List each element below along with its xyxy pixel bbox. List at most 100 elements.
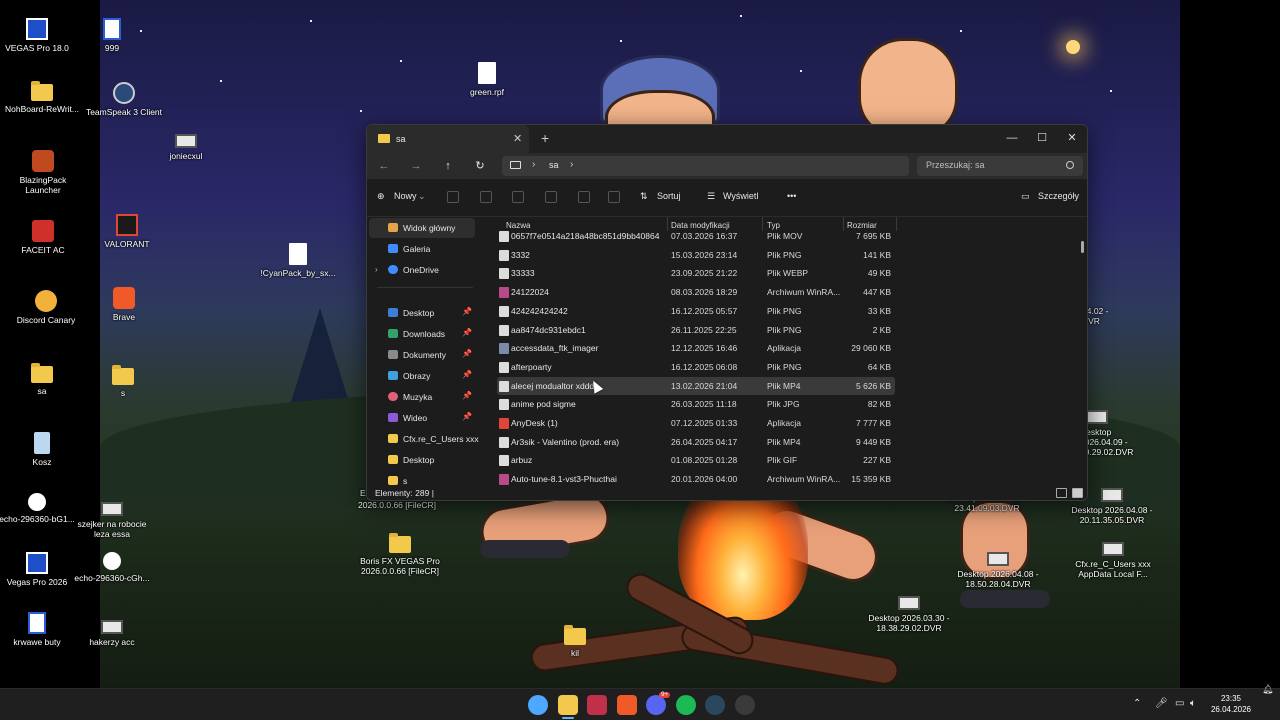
forward-arrow-icon[interactable]: → <box>405 157 427 175</box>
nav-item-documents[interactable]: Dokumenty 📌 <box>369 345 475 365</box>
desktop-icon-blazingpack[interactable]: BlazingPack Launcher <box>1 150 85 195</box>
file-row[interactable]: 424242424242 16.12.2025 05:57 Plik PNG 33 K… <box>497 302 895 320</box>
desktop-icon-999[interactable]: 999 <box>70 18 154 53</box>
desktop-icon-brave[interactable]: Brave <box>82 287 166 322</box>
nav-item-s[interactable]: s <box>369 471 475 485</box>
nav-item-pictures[interactable]: Obrazy 📌 <box>369 366 475 386</box>
file-type-icon <box>499 361 509 373</box>
vertical-scrollbar[interactable] <box>1081 241 1084 253</box>
desktop-icon-joniecxul[interactable]: joniecxul <box>144 128 228 161</box>
file-row[interactable]: 24122024 08.03.2026 18:29 Archiwum WinRA..… <box>497 283 895 301</box>
affinity-icon[interactable] <box>587 695 607 715</box>
brave-icon[interactable] <box>616 695 637 715</box>
details-view-icon[interactable] <box>1056 488 1067 498</box>
desktop-icon-dvr-0408-b[interactable]: Desktop 2026.04.08 - 18.50.28.04.DVR <box>956 546 1040 589</box>
desktop-icon-szejker[interactable]: szejker na robocie leza essa <box>70 496 154 539</box>
address-bar[interactable]: › sa › <box>502 156 909 176</box>
nav-item-cfx[interactable]: Cfx.re_C_Users xxx A <box>369 429 479 449</box>
desktop-icon-sa[interactable]: sa <box>0 362 84 396</box>
desktop-icon-echo-1[interactable]: echo-296360-bG1... <box>0 493 79 524</box>
file-row[interactable]: arbuz 01.08.2025 01:28 Plik GIF 227 KB <box>497 451 895 469</box>
discord-icon[interactable]: 9+ <box>646 692 670 715</box>
spotify-icon[interactable] <box>675 695 696 715</box>
file-row[interactable]: Ar3sik - Valentino (prod. era) 26.04.2025… <box>497 433 895 451</box>
desktop-icon-discord-canary[interactable]: Discord Canary <box>4 290 88 325</box>
file-row[interactable]: 3332 15.03.2026 23:14 Plik PNG 141 KB <box>497 246 895 264</box>
file-explorer-icon[interactable] <box>557 695 578 719</box>
nav-item-desktop-folder[interactable]: Desktop <box>369 450 475 470</box>
desktop-icon-teamspeak[interactable]: TeamSpeak 3 Client <box>82 82 166 117</box>
desktop-icon-dvr-0330[interactable]: Desktop 2026.03.30 - 18.38.29.02.DVR <box>867 590 951 633</box>
delete-icon[interactable] <box>608 191 620 203</box>
close-button[interactable]: ✕ <box>1057 127 1087 149</box>
clock[interactable]: 23:35 26.04.2026 <box>1206 693 1256 715</box>
title-bar[interactable]: sa ✕ + — ☐ ✕ <box>367 125 1087 153</box>
volume-icon[interactable]: 🔈︎ <box>1190 698 1196 709</box>
up-arrow-icon[interactable]: ↑ <box>437 157 459 175</box>
desktop-icon-dvr-0409[interactable]: Desktop 2026.04.09 - 19.29.02.DVR <box>1080 404 1152 457</box>
desktop-icon-s[interactable]: s <box>81 364 165 398</box>
paste-icon[interactable] <box>512 191 524 203</box>
desktop-icon-dvr-partial[interactable]: 04.02 - DVR <box>1082 306 1122 326</box>
nav-item-gallery[interactable]: Galeria <box>369 239 475 259</box>
desktop-icon-krwawe-buty[interactable]: krwawe buty <box>0 612 79 647</box>
view-button[interactable]: Wyświetl <box>723 191 758 201</box>
chevron-right-icon[interactable]: › <box>570 159 573 170</box>
rename-icon[interactable] <box>545 191 557 203</box>
file-row[interactable]: Auto-tune-8.1-vst3-Phucthai 20.01.2026 04… <box>497 470 895 485</box>
desktop-icon-cfx[interactable]: Cfx.re_C_Users xxx AppData Local F... <box>1071 536 1155 579</box>
file-row[interactable]: accessdata_ftk_imager 12.12.2025 16:46 Apl… <box>497 339 895 357</box>
nav-item-desktop[interactable]: Desktop 📌 <box>369 303 475 323</box>
tiles-view-icon[interactable] <box>1072 488 1083 498</box>
start-icon[interactable] <box>528 695 548 715</box>
more-options-button[interactable]: ••• <box>787 191 796 201</box>
desktop-icon-green-rpf[interactable]: green.rpf <box>445 62 529 97</box>
file-row[interactable]: 0657f7e0514a218a48bc851d9bb40864 07.03.20… <box>497 227 895 245</box>
desktop-icon-boris-fx[interactable]: Boris FX VEGAS Pro 2026.0.0.66 [FileCR] <box>358 532 442 576</box>
new-tab-button[interactable]: + <box>541 130 549 146</box>
chevron-right-icon[interactable]: › <box>375 265 378 274</box>
minimize-button[interactable]: — <box>997 127 1027 149</box>
nav-item-downloads[interactable]: Downloads 📌 <box>369 324 475 344</box>
desktop-icon-kosz[interactable]: Kosz <box>0 432 84 467</box>
maximize-button[interactable]: ☐ <box>1027 127 1057 149</box>
tab-sa[interactable]: sa ✕ <box>367 125 529 153</box>
file-row[interactable]: anime pod sigme 26.03.2025 11:18 Plik JPG 8… <box>497 395 895 413</box>
microphone-icon[interactable]: 🎤︎ <box>1155 698 1168 709</box>
file-row[interactable]: alecej modualtor xddd 13.02.2026 21:04 Pli… <box>497 376 895 395</box>
file-row[interactable]: AnyDesk (1) 07.12.2025 01:33 Aplikacja 7 77… <box>497 414 895 432</box>
copy-icon[interactable] <box>480 191 492 203</box>
desktop-icon-kil[interactable]: kil <box>533 624 617 658</box>
refresh-icon[interactable]: ↻ <box>469 157 491 175</box>
obs-icon[interactable] <box>734 695 755 715</box>
column-divider[interactable] <box>896 217 897 231</box>
sort-button[interactable]: Sortuj <box>657 191 681 201</box>
nav-item-videos[interactable]: Wideo 📌 <box>369 408 475 428</box>
desktop-icon-vegas-pro-2026[interactable]: Vegas Pro 2026 <box>0 552 79 587</box>
desktop-icon-nohboard[interactable]: NohBoard-ReWrit... <box>0 80 84 114</box>
steam-icon[interactable] <box>705 695 725 715</box>
search-input[interactable]: Przeszukaj: sa <box>917 156 1083 176</box>
cut-icon[interactable] <box>447 191 459 203</box>
nav-item-music[interactable]: Muzyka 📌 <box>369 387 475 407</box>
file-row[interactable]: afterpoarty 16.12.2025 06:08 Plik PNG 64 KB <box>497 358 895 376</box>
file-row[interactable]: aa8474dc931ebdc1 26.11.2025 22:25 Plik PNG… <box>497 321 895 339</box>
nav-item-home[interactable]: Widok główny <box>369 218 475 238</box>
desktop-icon-valorant[interactable]: VALORANT <box>85 214 169 249</box>
file-row[interactable]: 33333 23.09.2025 21:22 Plik WEBP 49 KB <box>497 264 895 282</box>
desktop-icon-echo-2[interactable]: echo-296360-cGh... <box>70 552 154 583</box>
breadcrumb-sa[interactable]: sa <box>549 160 559 170</box>
details-button[interactable]: Szczegóły <box>1038 191 1079 201</box>
desktop-icon-hakerzy-acc[interactable]: hakerzy acc <box>70 614 154 647</box>
new-button[interactable]: Nowy <box>394 191 417 201</box>
network-icon[interactable]: ▭ <box>1175 698 1184 709</box>
share-icon[interactable] <box>578 191 590 203</box>
nav-item-onedrive[interactable]: › OneDrive <box>369 260 475 280</box>
desktop-icon-vegas-pro-18[interactable]: VEGAS Pro 18.0 <box>0 18 79 53</box>
desktop-icon-cyanpack[interactable]: !CyanPack_by_sx... <box>256 243 340 278</box>
desktop-icon-faceit[interactable]: FACEIT AC <box>1 220 85 255</box>
chevron-up-icon[interactable]: ⌃ <box>1133 698 1141 709</box>
notification-bell-icon[interactable]: 🔔︎ <box>1262 684 1273 695</box>
close-tab-icon[interactable]: ✕ <box>513 132 522 145</box>
back-arrow-icon[interactable]: ← <box>373 157 395 175</box>
